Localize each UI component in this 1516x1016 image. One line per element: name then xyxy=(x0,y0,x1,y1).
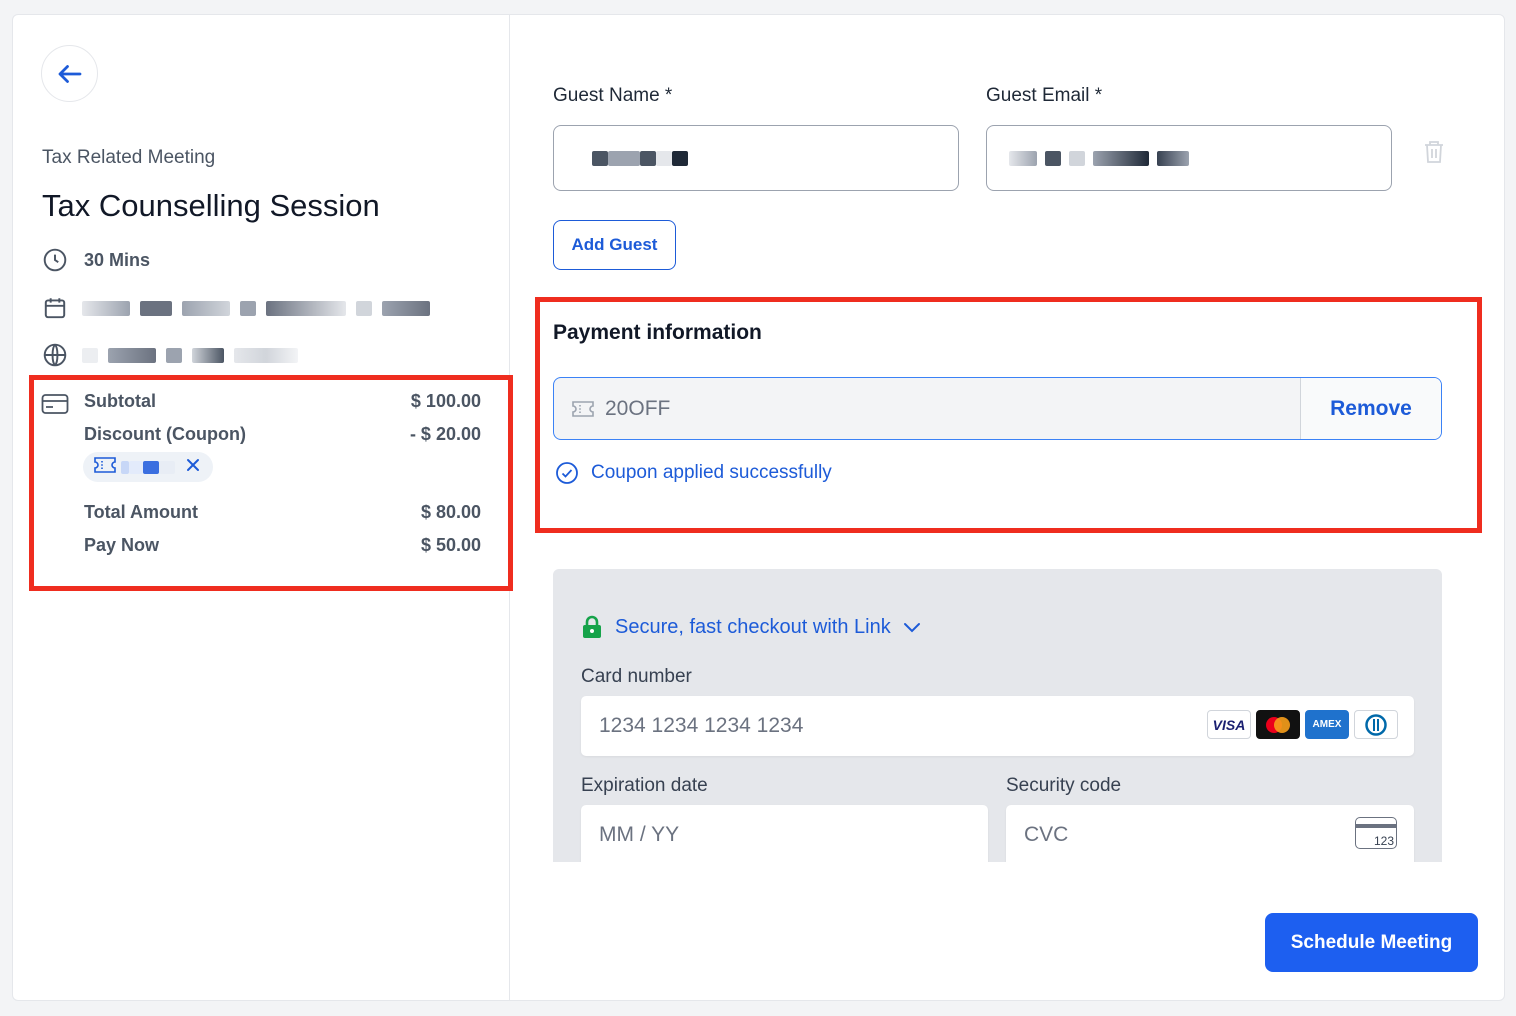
duration-row: 30 Mins xyxy=(42,247,150,273)
guest-email-input[interactable] xyxy=(986,125,1392,191)
link-checkout-text: Secure, fast checkout with Link xyxy=(615,615,891,638)
expiry-input[interactable]: MM / YY xyxy=(581,805,988,862)
timezone-redacted xyxy=(82,347,298,363)
cvc-card-icon: 123 xyxy=(1355,817,1397,849)
expiry-label: Expiration date xyxy=(581,775,708,796)
card-number-label: Card number xyxy=(581,666,692,687)
card-brands: VISA AMEX xyxy=(1207,710,1398,739)
page-title: Tax Counselling Session xyxy=(42,188,380,223)
cvc-label: Security code xyxy=(1006,775,1122,796)
date-redacted xyxy=(82,300,430,316)
add-guest-button[interactable]: Add Guest xyxy=(553,220,676,270)
mastercard-icon xyxy=(1256,710,1300,739)
trash-icon[interactable] xyxy=(1422,139,1446,170)
arrow-left-icon xyxy=(58,64,81,83)
back-button[interactable] xyxy=(41,45,98,102)
date-row xyxy=(42,295,430,321)
guest-name-redacted xyxy=(592,150,688,166)
guest-name-label: Guest Name * xyxy=(553,85,673,106)
duration-text: 30 Mins xyxy=(84,249,151,270)
timezone-row xyxy=(42,342,298,368)
stripe-payment-element: Secure, fast checkout with Link Card num… xyxy=(553,569,1442,862)
clock-icon xyxy=(42,247,68,273)
card-number-placeholder: 1234 1234 1234 1234 xyxy=(599,714,804,737)
calendar-icon xyxy=(42,295,68,321)
schedule-meeting-button[interactable]: Schedule Meeting xyxy=(1265,913,1478,972)
cvc-placeholder: CVC xyxy=(1024,823,1069,846)
visa-icon: VISA xyxy=(1207,710,1251,739)
guest-email-label: Guest Email * xyxy=(986,85,1103,106)
meeting-type-label: Tax Related Meeting xyxy=(42,147,216,168)
guest-name-input[interactable] xyxy=(553,125,959,191)
guest-email-redacted xyxy=(1009,150,1189,166)
link-checkout-toggle[interactable]: Secure, fast checkout with Link xyxy=(581,615,921,639)
lock-icon xyxy=(581,615,603,639)
summary-highlight-box xyxy=(29,375,513,591)
diners-club-icon xyxy=(1354,710,1398,739)
chevron-down-icon xyxy=(903,621,921,633)
payment-highlight-box xyxy=(535,297,1482,533)
expiry-placeholder: MM / YY xyxy=(599,823,680,846)
amex-icon: AMEX xyxy=(1305,710,1349,739)
globe-icon xyxy=(42,342,68,368)
card-number-input[interactable]: 1234 1234 1234 1234 VISA AMEX xyxy=(581,696,1414,756)
cvc-input[interactable]: CVC 123 xyxy=(1006,805,1414,862)
